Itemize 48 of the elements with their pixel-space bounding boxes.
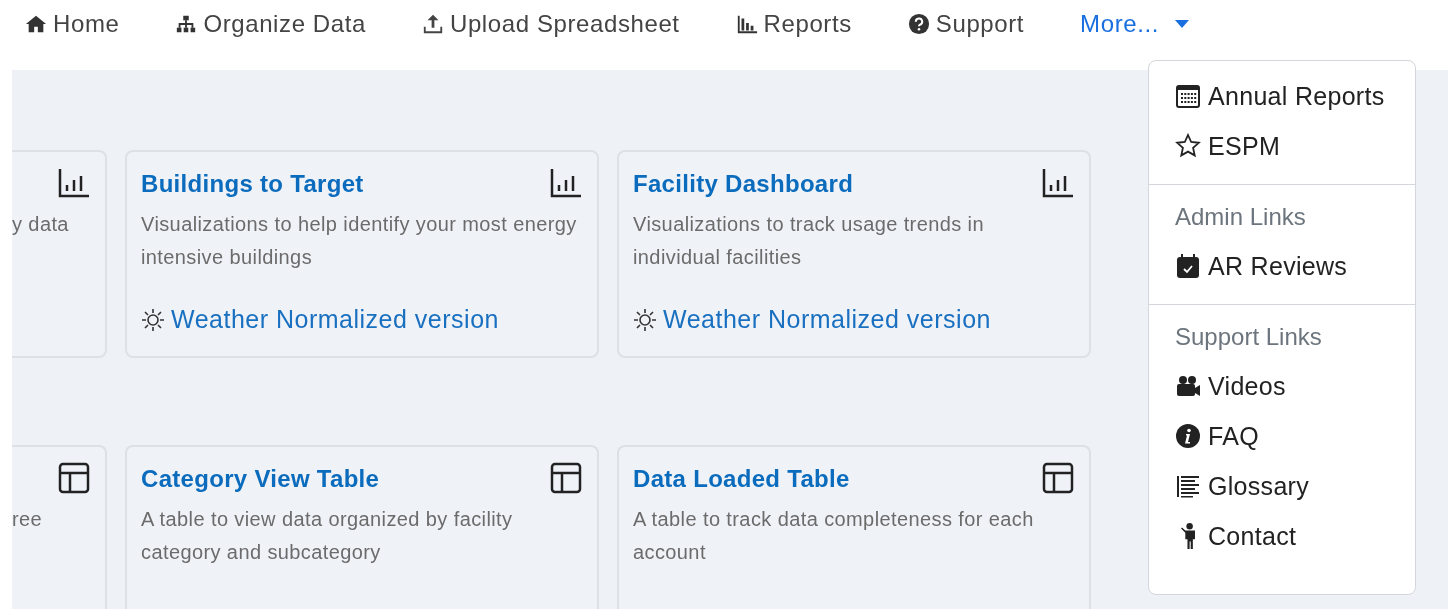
dropdown-item[interactable]: Contact (1149, 511, 1415, 561)
card-description: A table to track data completeness for each account (633, 507, 1035, 565)
card-title[interactable]: Facility Dashboard (633, 170, 854, 198)
nav-link[interactable]: Organize Data (175, 10, 366, 38)
sun-icon (633, 307, 657, 332)
info-icon (1175, 423, 1201, 449)
nav-link[interactable]: Home (25, 10, 120, 38)
card-description: Visualizations to track usage trends in individual facilities (633, 212, 985, 270)
card-description: y data (12, 212, 70, 237)
person-icon (1181, 523, 1195, 549)
more-dropdown-button[interactable]: More... (1080, 10, 1189, 38)
dropdown-item[interactable]: AR Reviews (1149, 241, 1415, 291)
dropdown-item[interactable]: ESPM (1149, 121, 1415, 171)
dropdown-item[interactable]: FAQ (1149, 411, 1415, 461)
card-title[interactable]: Category View Table (141, 465, 380, 493)
card-description: Visualizations to help identify your most energy intensive buildings (141, 212, 578, 270)
help-icon (907, 13, 930, 35)
video-camera-icon (1175, 373, 1201, 399)
card-title[interactable]: Data Loaded Table (633, 465, 850, 493)
nav-link[interactable]: Support (907, 10, 1025, 38)
dropdown-item[interactable]: Glossary (1149, 461, 1415, 511)
home-icon (25, 13, 47, 35)
upload-icon (421, 13, 444, 35)
calendar-check-icon (1175, 253, 1201, 279)
bar-chart-icon (549, 166, 583, 200)
dropdown-item[interactable]: Annual Reports (1149, 71, 1415, 121)
bar-chart-icon (735, 13, 758, 35)
dropdown-header: Support Links (1174, 322, 1323, 352)
star-icon (1175, 133, 1201, 159)
bar-chart-icon (1041, 166, 1075, 200)
list-icon (1175, 473, 1201, 499)
weather-normalized-link[interactable]: Weather Normalized version (141, 305, 499, 334)
weather-normalized-link[interactable]: Weather Normalized version (633, 305, 991, 334)
dropdown-item[interactable]: Videos (1149, 361, 1415, 411)
dropdown-header: Admin Links (1174, 202, 1307, 232)
sun-icon (141, 307, 165, 332)
table-icon (57, 461, 91, 495)
table-icon (549, 461, 583, 495)
nav-link[interactable]: Upload Spreadsheet (421, 10, 680, 38)
sitemap-icon (175, 13, 198, 35)
card-description: A table to view data organized by facility category and subcategory (141, 507, 514, 565)
caret-icon (1175, 19, 1189, 29)
card-title[interactable]: Buildings to Target (141, 170, 364, 198)
table-icon (1041, 461, 1075, 495)
calendar-icon (1175, 83, 1201, 109)
nav-link[interactable]: Reports (735, 10, 852, 38)
bar-chart-icon (57, 166, 91, 200)
card-description: ree (12, 507, 44, 532)
